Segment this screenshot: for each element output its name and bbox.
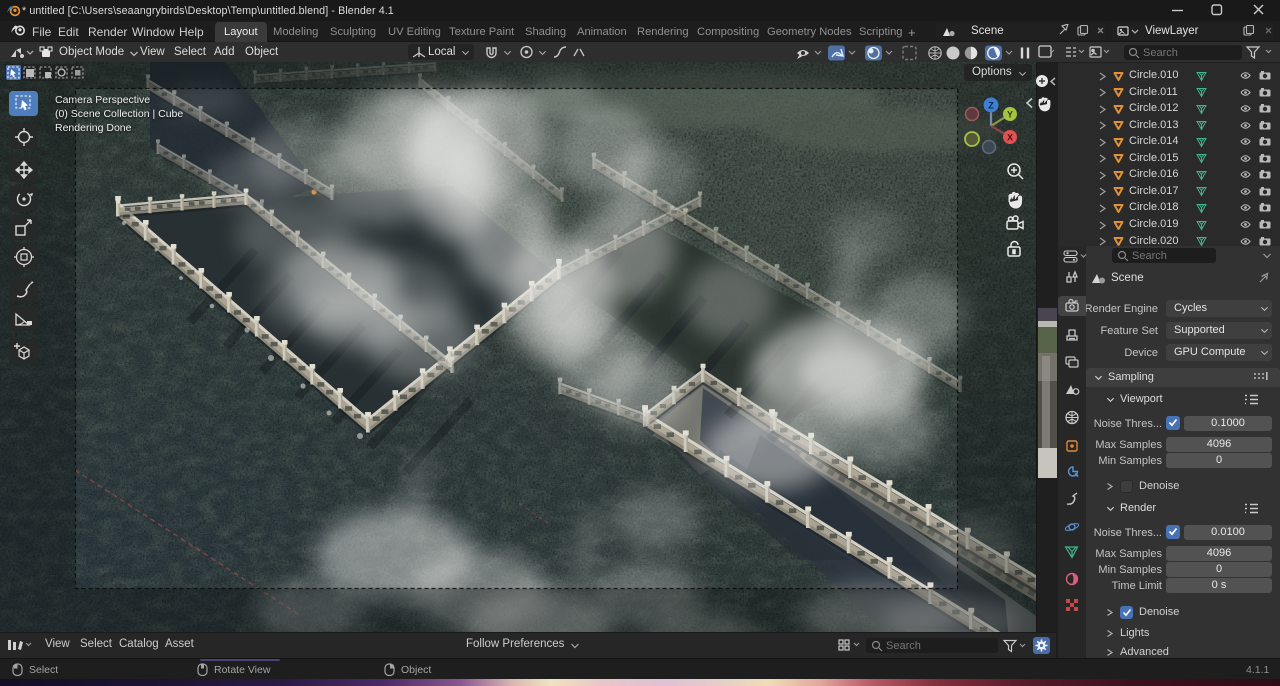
svg-text:Y: Y: [1007, 110, 1013, 120]
svg-text:X: X: [1007, 133, 1013, 143]
svg-text:Z: Z: [988, 101, 994, 111]
